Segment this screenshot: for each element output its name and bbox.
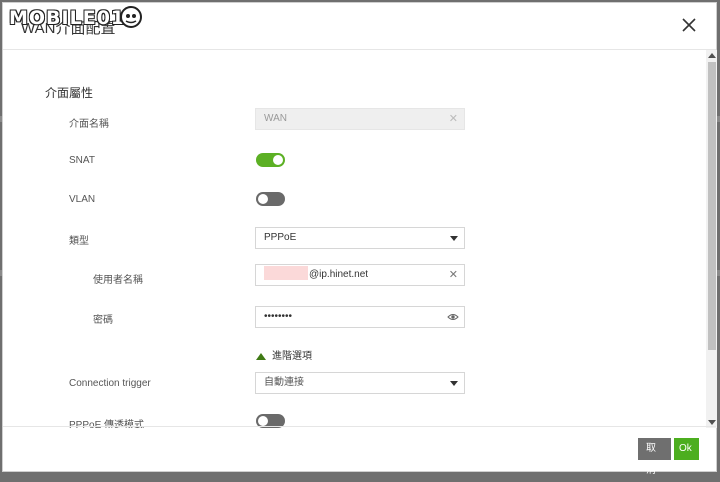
scroll-up-arrow-icon[interactable]: [708, 53, 716, 58]
type-select[interactable]: PPPoE: [255, 227, 465, 249]
eye-icon[interactable]: [447, 312, 459, 322]
cancel-button[interactable]: 取消: [638, 438, 671, 476]
connection-trigger-select[interactable]: 自動連接: [255, 372, 465, 394]
wan-config-dialog: WAN介面配置 MOBILE01 介面屬性 介面名稱 WAN ✕ SNAT VL…: [2, 2, 717, 476]
type-label: 類型: [69, 236, 89, 247]
password-input[interactable]: ••••••••: [255, 306, 465, 328]
snat-toggle[interactable]: [256, 153, 285, 167]
toggle-knob: [258, 416, 268, 426]
vlan-toggle[interactable]: [256, 192, 285, 206]
chevron-down-icon: [450, 236, 458, 241]
snat-label: SNAT: [69, 155, 95, 166]
watermark-logo: MOBILE01: [9, 7, 126, 29]
connection-trigger-label: Connection trigger: [69, 378, 151, 389]
dialog-footer: 取消 Ok: [3, 426, 716, 476]
username-value: @ip.hinet.net: [309, 269, 369, 280]
logo-mark-icon: [120, 6, 142, 28]
password-label: 密碼: [93, 315, 113, 326]
ok-button[interactable]: Ok: [674, 438, 699, 460]
scroll-thumb[interactable]: [708, 62, 716, 350]
dialog-header: WAN介面配置 MOBILE01: [3, 3, 716, 50]
redacted-text: [264, 266, 308, 281]
section-title: 介面屬性: [45, 86, 94, 100]
toggle-knob: [258, 194, 268, 204]
interface-name-input: WAN ✕: [255, 108, 465, 130]
clear-icon: ✕: [448, 113, 458, 125]
dialog-body: 介面屬性 介面名稱 WAN ✕ SNAT VLAN 類型 PPPoE 使用者名稱…: [3, 50, 705, 428]
scroll-down-arrow-icon[interactable]: [708, 420, 716, 425]
password-value: ••••••••: [264, 311, 293, 322]
close-icon[interactable]: [680, 16, 698, 34]
clear-icon[interactable]: ✕: [449, 265, 458, 285]
scrollbar[interactable]: [706, 50, 717, 428]
interface-name-label: 介面名稱: [69, 119, 109, 130]
type-value: PPPoE: [264, 232, 297, 243]
advanced-options-toggle[interactable]: 進階選項: [256, 347, 312, 362]
interface-name-value: WAN: [264, 113, 287, 124]
triangle-up-icon: [256, 352, 266, 360]
toggle-knob: [273, 155, 283, 165]
advanced-options-label: 進階選項: [272, 351, 312, 362]
username-label: 使用者名稱: [93, 275, 143, 286]
username-input[interactable]: @ip.hinet.net ✕: [255, 264, 465, 286]
chevron-down-icon: [450, 381, 458, 386]
vlan-label: VLAN: [69, 194, 96, 205]
connection-trigger-value: 自動連接: [264, 377, 304, 388]
